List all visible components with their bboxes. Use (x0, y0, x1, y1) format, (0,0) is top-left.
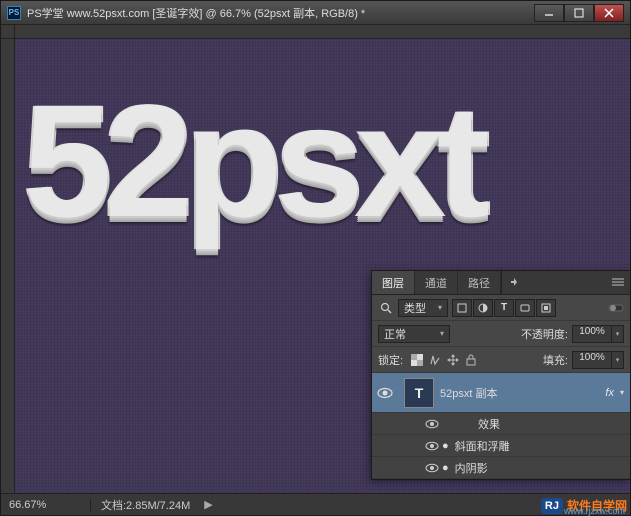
ruler-corner (1, 25, 15, 39)
watermark-badge: RJ (541, 498, 563, 514)
window-title: PS学堂 www.52psxt.com [圣诞字效] @ 66.7% (52ps… (27, 5, 534, 21)
filter-toggle-icon[interactable] (608, 300, 624, 316)
blend-mode-value: 正常 (384, 326, 406, 342)
layer-thumbnail[interactable]: T (404, 378, 434, 408)
close-button[interactable] (594, 4, 624, 22)
layer-name[interactable]: 52psxt 副本 (440, 385, 605, 401)
lock-position-icon[interactable] (445, 352, 461, 368)
effect-item[interactable]: ● 内阴影 (372, 457, 630, 479)
visibility-eye-icon[interactable] (422, 463, 442, 473)
maximize-button[interactable] (564, 4, 594, 22)
panel-collapse-icon[interactable] (501, 271, 525, 294)
opacity-input[interactable]: 100% (572, 325, 612, 343)
filter-type-label: 类型 (404, 300, 426, 316)
status-arrow-icon[interactable]: ▶ (204, 498, 212, 511)
tab-layers[interactable]: 图层 (372, 271, 415, 294)
document-info[interactable]: 文档:2.85M/7.24M (91, 497, 200, 513)
fx-badge[interactable]: fx (605, 387, 614, 399)
effects-header: 效果 (372, 413, 630, 435)
ruler-vertical[interactable] (1, 39, 15, 515)
tab-paths[interactable]: 路径 (458, 271, 501, 294)
effect-item[interactable]: ● 斜面和浮雕 (372, 435, 630, 457)
blend-row: 正常 ▾ 不透明度: 100% ▾ (372, 321, 630, 347)
effects-label: 效果 (442, 416, 500, 432)
search-icon[interactable] (378, 300, 394, 316)
lock-label: 锁定: (378, 352, 403, 368)
lock-all-icon[interactable] (463, 352, 479, 368)
chevron-down-icon: ▾ (438, 303, 442, 312)
layers-panel: 图层 通道 路径 类型 ▾ T 正常 ▾ (371, 270, 631, 480)
zoom-level[interactable]: 66.67% (1, 499, 91, 511)
fill-caret-icon[interactable]: ▾ (612, 351, 624, 369)
effects-expand-icon[interactable]: ▾ (620, 388, 624, 397)
canvas-text-layer: 52psxt (23, 69, 482, 253)
minimize-button[interactable] (534, 4, 564, 22)
filter-row: 类型 ▾ T (372, 295, 630, 321)
opacity-label: 不透明度: (521, 326, 568, 342)
filter-shape-icon[interactable] (515, 299, 535, 317)
blend-mode-select[interactable]: 正常 ▾ (378, 325, 450, 343)
layer-list: T 52psxt 副本 fx ▾ 效果 ● 斜面和浮雕 ● 内阴影 (372, 373, 630, 479)
visibility-eye-icon[interactable] (422, 441, 442, 451)
opacity-caret-icon[interactable]: ▾ (612, 325, 624, 343)
titlebar: PS PS学堂 www.52psxt.com [圣诞字效] @ 66.7% (5… (1, 1, 630, 25)
bullet-icon: ● (442, 462, 449, 474)
bullet-icon: ● (442, 440, 449, 452)
watermark-url: www.rjzxw.com (564, 506, 625, 516)
lock-row: 锁定: 填充: 100% ▾ (372, 347, 630, 373)
visibility-eye-icon[interactable] (422, 419, 442, 429)
effect-name: 斜面和浮雕 (455, 438, 510, 454)
app-icon: PS (7, 6, 21, 20)
fill-input[interactable]: 100% (572, 351, 612, 369)
ruler-horizontal[interactable] (15, 25, 630, 39)
filter-smart-icon[interactable] (536, 299, 556, 317)
filter-pixel-icon[interactable] (452, 299, 472, 317)
chevron-down-icon: ▾ (440, 329, 444, 338)
fill-label: 填充: (543, 352, 568, 368)
filter-text-icon[interactable]: T (494, 299, 514, 317)
panel-menu-icon[interactable] (606, 271, 630, 294)
tab-channels[interactable]: 通道 (415, 271, 458, 294)
filter-adjust-icon[interactable] (473, 299, 493, 317)
lock-transparency-icon[interactable] (409, 352, 425, 368)
statusbar: 66.67% 文档:2.85M/7.24M ▶ (1, 493, 630, 515)
layer-item[interactable]: T 52psxt 副本 fx ▾ (372, 373, 630, 413)
filter-type-select[interactable]: 类型 ▾ (398, 299, 448, 317)
visibility-eye-icon[interactable] (372, 387, 398, 399)
lock-pixels-icon[interactable] (427, 352, 443, 368)
effect-name: 内阴影 (455, 460, 488, 476)
